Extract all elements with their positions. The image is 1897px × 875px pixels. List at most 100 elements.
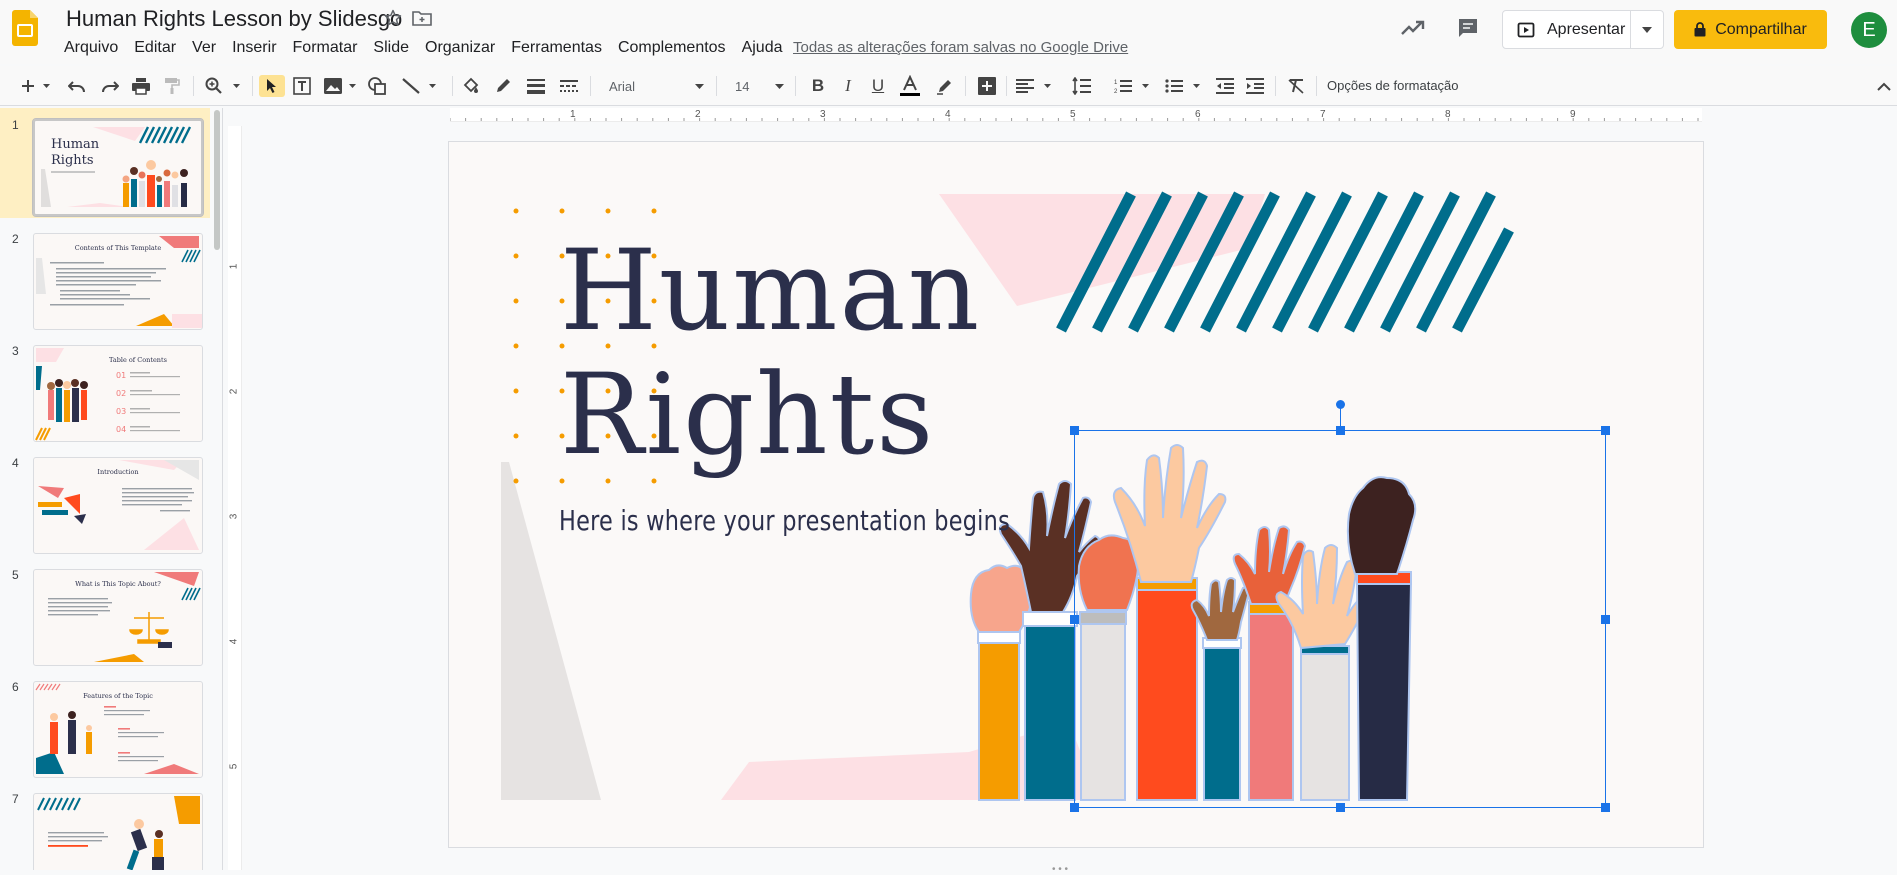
thumbnail-preview[interactable]: 01 02 03 04 Table of Contents — [33, 345, 203, 442]
increase-indent-button[interactable] — [1243, 75, 1267, 97]
collapse-toolbar-button[interactable] — [1874, 75, 1894, 97]
horizontal-ruler[interactable]: 1 2 3 4 5 6 7 8 9 — [450, 108, 1702, 122]
menu-slide[interactable]: Slide — [373, 38, 409, 58]
menu-ferramentas[interactable]: Ferramentas — [511, 38, 602, 58]
numbered-list-icon: 12 — [1114, 80, 1149, 94]
bold-button[interactable]: B — [806, 75, 830, 97]
menu-organizar[interactable]: Organizar — [425, 38, 495, 58]
filmstrip-scrollbar[interactable] — [214, 110, 220, 250]
caret-down-icon — [1642, 26, 1652, 33]
ruler-label: 3 — [820, 109, 826, 120]
svg-text:1: 1 — [1114, 80, 1118, 86]
shape-button[interactable] — [365, 75, 389, 97]
text-box-button[interactable] — [290, 75, 314, 97]
fill-color-button[interactable] — [459, 75, 483, 97]
insert-image-button[interactable] — [321, 75, 359, 97]
menu-ajuda[interactable]: Ajuda — [742, 38, 783, 58]
slide-thumbnail-3[interactable]: 3 01 02 03 04 Table of Contents — [0, 338, 210, 442]
present-label: Apresentar — [1547, 20, 1626, 38]
undo-icon — [68, 81, 85, 92]
ruler-label: 8 — [1445, 109, 1451, 120]
slide-number: 7 — [12, 792, 19, 806]
present-main-button[interactable]: Apresentar — [1503, 11, 1631, 48]
menu-formatar[interactable]: Formatar — [293, 38, 358, 58]
highlight-color-button[interactable] — [933, 75, 957, 97]
select-tool-button[interactable] — [259, 75, 285, 97]
menu-arquivo[interactable]: Arquivo — [64, 38, 118, 58]
thumbnail-preview[interactable] — [33, 793, 203, 870]
menu-inserir[interactable]: Inserir — [232, 38, 276, 58]
line-spacing-button[interactable] — [1070, 75, 1094, 97]
align-left-icon — [1016, 79, 1051, 93]
lock-icon — [1694, 22, 1706, 37]
text-color-button[interactable] — [897, 75, 923, 97]
slide-title[interactable]: Human Rights — [560, 230, 981, 478]
zoom-icon — [205, 77, 240, 94]
thumbnail-preview[interactable]: Introduction — [33, 457, 203, 554]
caret-down-icon — [775, 83, 784, 89]
thumbnail-preview[interactable]: What is This Topic About? — [33, 569, 203, 666]
underline-button[interactable]: U — [866, 75, 890, 97]
slide-thumbnail-5[interactable]: 5 What is This Topic About? — [0, 562, 210, 666]
menu-complementos[interactable]: Complementos — [618, 38, 726, 58]
redo-button[interactable] — [99, 75, 121, 97]
menu-ver[interactable]: Ver — [192, 38, 216, 58]
border-color-button[interactable] — [491, 75, 515, 97]
undo-button[interactable] — [66, 75, 88, 97]
bulleted-list-icon — [1165, 79, 1200, 93]
thumbnail-preview[interactable]: Contents of This Template — [33, 233, 203, 330]
zoom-button[interactable] — [202, 75, 244, 97]
numbered-list-button[interactable]: 12 — [1112, 75, 1152, 97]
bulleted-list-button[interactable] — [1163, 75, 1203, 97]
print-button[interactable] — [129, 75, 153, 97]
line-button[interactable] — [399, 75, 439, 97]
slide-thumbnail-1[interactable]: 1 Human Rights — [0, 112, 210, 217]
paint-format-icon — [165, 78, 180, 94]
format-options-button[interactable]: Opções de formatação — [1327, 78, 1459, 93]
slide-thumbnail-6[interactable]: 6 Features of the Topic — [0, 674, 210, 778]
move-folder-icon[interactable] — [411, 8, 433, 28]
new-slide-button[interactable] — [18, 75, 54, 97]
border-weight-icon — [527, 79, 545, 94]
svg-text:02: 02 — [116, 389, 126, 398]
ruler-label: 4 — [945, 109, 951, 120]
font-size-select[interactable]: 14 — [728, 75, 788, 97]
thumbnail-preview[interactable]: Human Rights — [32, 118, 204, 217]
svg-text:2: 2 — [1114, 89, 1118, 94]
cursor-arrow-icon — [267, 79, 276, 93]
shape-icon — [368, 77, 386, 95]
paint-format-button[interactable] — [161, 75, 183, 97]
insert-comment-button[interactable] — [975, 75, 999, 97]
font-family-select[interactable]: Arial — [602, 75, 710, 97]
border-dash-button[interactable] — [557, 75, 581, 97]
star-icon[interactable] — [383, 8, 403, 28]
user-avatar[interactable]: E — [1851, 12, 1887, 48]
present-button[interactable]: Apresentar — [1502, 10, 1664, 49]
share-button[interactable]: Compartilhar — [1674, 10, 1827, 49]
comment-icon[interactable] — [1456, 16, 1480, 40]
line-icon — [402, 78, 436, 94]
italic-button[interactable]: I — [836, 75, 860, 97]
thumbnail-title: Features of the Topic — [83, 692, 153, 700]
menu-editar[interactable]: Editar — [134, 38, 176, 58]
slide-thumbnail-7[interactable]: 7 — [0, 786, 210, 870]
clear-formatting-button[interactable] — [1284, 75, 1308, 97]
activity-trend-icon[interactable] — [1400, 17, 1426, 39]
align-button[interactable] — [1014, 75, 1054, 97]
slides-logo-icon[interactable] — [12, 10, 38, 46]
present-dropdown[interactable] — [1631, 26, 1663, 33]
save-status[interactable]: Todas as alterações foram salvas no Goog… — [793, 39, 1128, 56]
document-title[interactable]: Human Rights Lesson by Slidesgo — [66, 6, 402, 32]
slide-thumbnail-4[interactable]: 4 Introduction — [0, 450, 210, 554]
slide-canvas[interactable]: Human Rights Here is where your presenta… — [448, 141, 1704, 848]
raised-hands-illustration — [969, 444, 1417, 801]
plus-icon — [22, 80, 50, 92]
slide-subtitle[interactable]: Here is where your presentation begins — [559, 504, 1010, 537]
decrease-indent-button[interactable] — [1213, 75, 1237, 97]
slide-thumbnail-2[interactable]: 2 Contents of This Template — [0, 226, 210, 330]
caret-down-icon — [695, 83, 704, 89]
increase-indent-icon — [1246, 78, 1264, 94]
vertical-ruler[interactable]: 1 2 3 4 5 — [228, 126, 242, 870]
thumbnail-preview[interactable]: Features of the Topic — [33, 681, 203, 778]
border-weight-button[interactable] — [524, 75, 548, 97]
